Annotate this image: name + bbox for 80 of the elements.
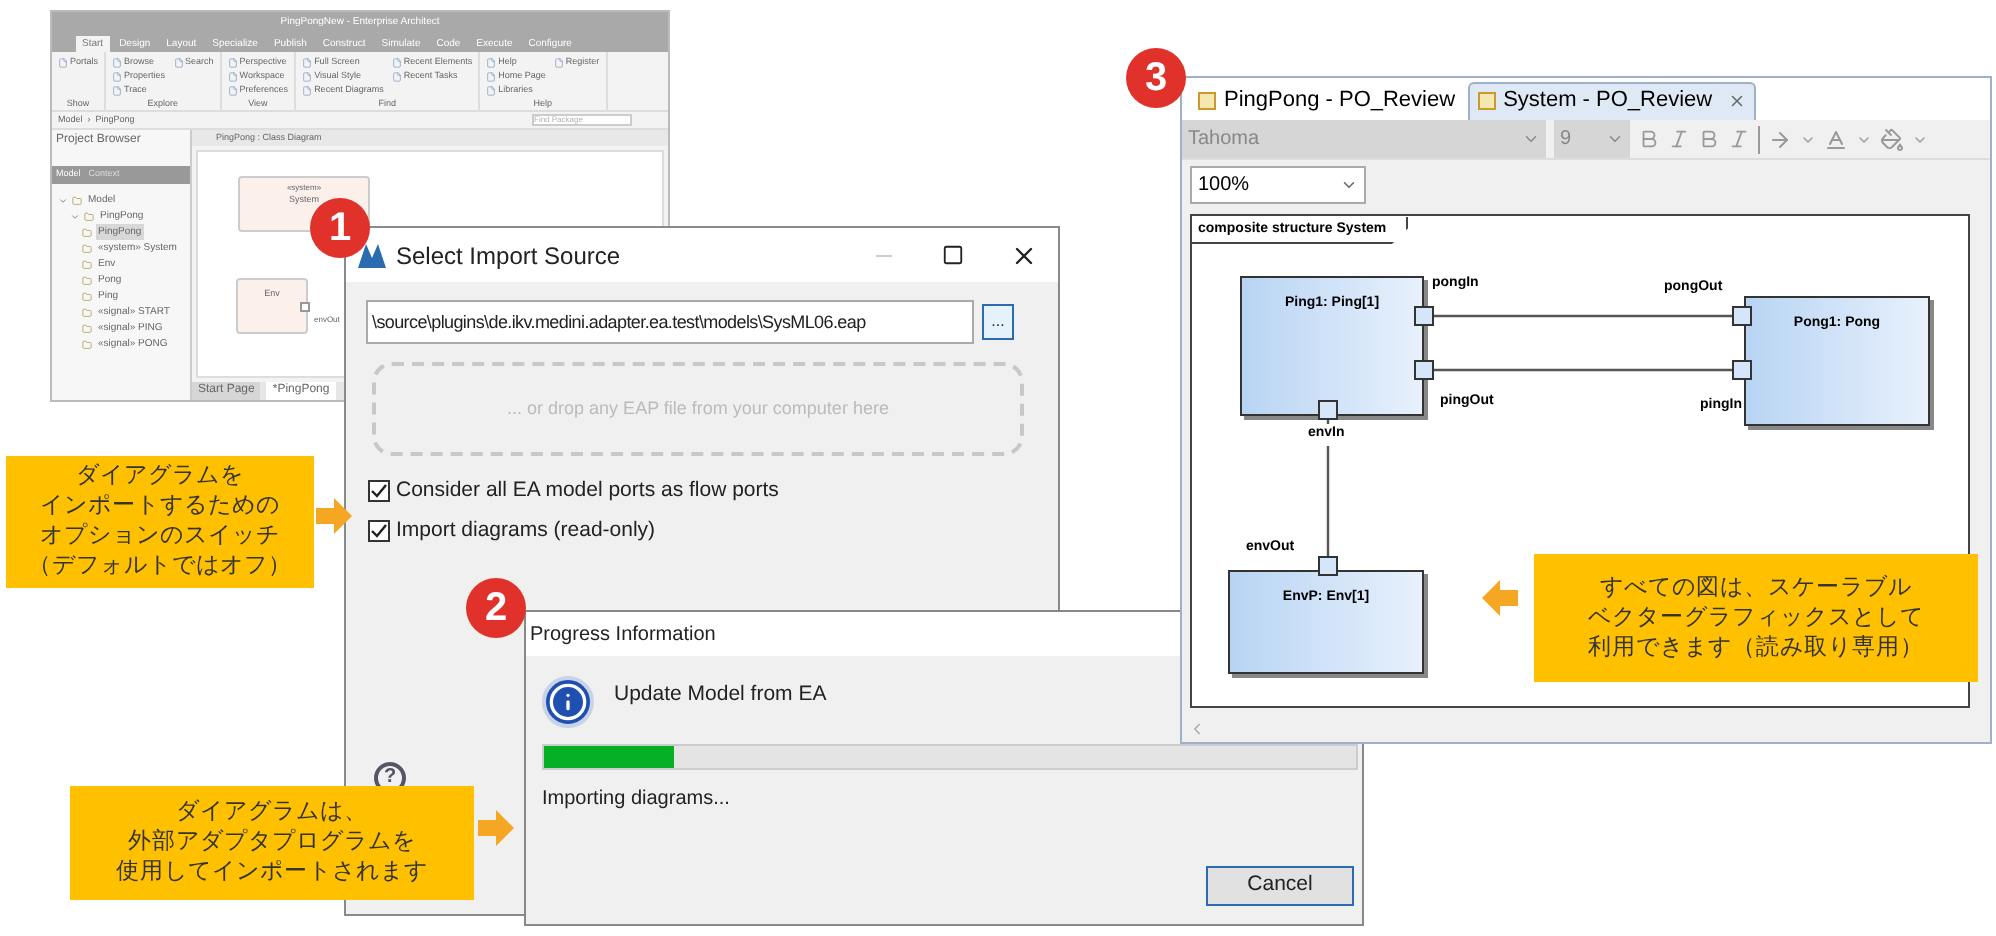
folder-icon <box>82 291 92 301</box>
document-icon <box>112 57 123 67</box>
diagram-file-icon <box>1198 91 1216 110</box>
document-icon <box>112 85 123 95</box>
document-icon <box>553 57 564 67</box>
document-icon <box>173 57 184 67</box>
callout-arrow <box>316 498 352 534</box>
step-badge: 3 <box>1126 48 1186 108</box>
document-icon <box>227 57 238 67</box>
connector-line[interactable] <box>1326 418 1330 557</box>
folder-icon <box>82 259 92 269</box>
italic-icon[interactable] <box>1728 128 1750 151</box>
callout-text: 利用できます（読み取り専用） <box>1588 633 1924 663</box>
callout-text: すべての図は、スケーラブル <box>1600 573 1912 603</box>
editor-tab[interactable]: System - PO_Review <box>1467 81 1757 120</box>
document-icon <box>227 85 238 95</box>
zoom-select[interactable]: 100% <box>1190 166 1366 205</box>
status-text: Importing diagrams... <box>540 786 732 814</box>
info-icon <box>542 676 594 728</box>
fill-color-icon[interactable] <box>1880 127 1904 152</box>
option-checkbox[interactable]: Consider all EA model ports as flow ports <box>368 476 1036 508</box>
cancel-button[interactable]: Cancel <box>1206 866 1354 906</box>
callout-text: ダイアグラムを <box>76 462 244 492</box>
port-square[interactable] <box>1732 360 1752 381</box>
folder-icon <box>82 243 92 253</box>
port-square[interactable] <box>1318 400 1338 421</box>
progress-message: Update Model from EA <box>614 680 827 710</box>
dialog-title: Select Import Source <box>396 239 623 273</box>
callout-arrow <box>1482 580 1518 616</box>
document-icon <box>486 57 497 67</box>
port-square[interactable] <box>1414 306 1434 327</box>
document-icon <box>302 85 313 95</box>
folder-icon <box>82 323 92 333</box>
check-icon <box>370 482 388 501</box>
callout-text: 使用してインポートされます <box>116 858 428 888</box>
expander-icon[interactable] <box>58 195 68 205</box>
connector-line[interactable] <box>1432 369 1732 373</box>
italic-icon[interactable] <box>1668 128 1690 151</box>
document-icon <box>112 71 123 81</box>
diagram-file-icon <box>1477 92 1496 111</box>
browse-button[interactable]: ... <box>982 304 1014 340</box>
callout-text: オプションのスイッチ <box>40 522 280 552</box>
app-logo-icon <box>358 243 386 267</box>
callout-text: （デフォルトではオフ） <box>28 552 292 582</box>
line-style-icon[interactable] <box>1768 127 1792 152</box>
checkbox[interactable] <box>368 480 390 503</box>
document-icon <box>302 57 313 67</box>
document-icon <box>391 71 402 81</box>
folder-icon <box>72 195 82 205</box>
document-icon <box>391 57 402 67</box>
document-icon <box>302 71 313 81</box>
document-icon <box>486 85 497 95</box>
callout-text: インポートするための <box>40 492 280 522</box>
bold-icon[interactable] <box>1638 128 1660 151</box>
document-icon <box>486 71 497 81</box>
callout-text: ベクターグラフィックスとして <box>1588 603 1924 633</box>
callout-text: ダイアグラムは、 <box>176 798 368 828</box>
port-square[interactable] <box>1318 556 1338 577</box>
expander-icon[interactable] <box>70 211 80 221</box>
folder-icon <box>82 227 92 237</box>
folder-icon <box>82 307 92 317</box>
scroll-left-icon[interactable] <box>1188 719 1206 738</box>
maximize-icon[interactable] <box>942 244 964 266</box>
folder-icon <box>82 275 92 285</box>
font-color-icon[interactable] <box>1824 127 1848 152</box>
check-icon <box>370 522 388 541</box>
callout-arrow <box>478 810 514 846</box>
document-icon <box>58 57 68 67</box>
connector-line[interactable] <box>1432 315 1732 319</box>
port-square[interactable] <box>1732 306 1752 327</box>
path-field[interactable]: \source\plugins\de.ikv.medini.adapter.ea.test\models\SysML06.eap <box>366 300 974 344</box>
port-square[interactable] <box>1414 360 1434 381</box>
checkbox[interactable] <box>368 520 390 543</box>
document-icon <box>227 71 238 81</box>
option-checkbox[interactable]: Import diagrams (read-only) <box>368 515 1036 547</box>
bold-icon[interactable] <box>1698 128 1720 151</box>
dialog-title: Progress Information <box>530 621 716 649</box>
callout-text: 外部アダプタプログラムを <box>128 828 416 858</box>
folder-icon <box>82 339 92 349</box>
folder-icon <box>84 211 94 221</box>
